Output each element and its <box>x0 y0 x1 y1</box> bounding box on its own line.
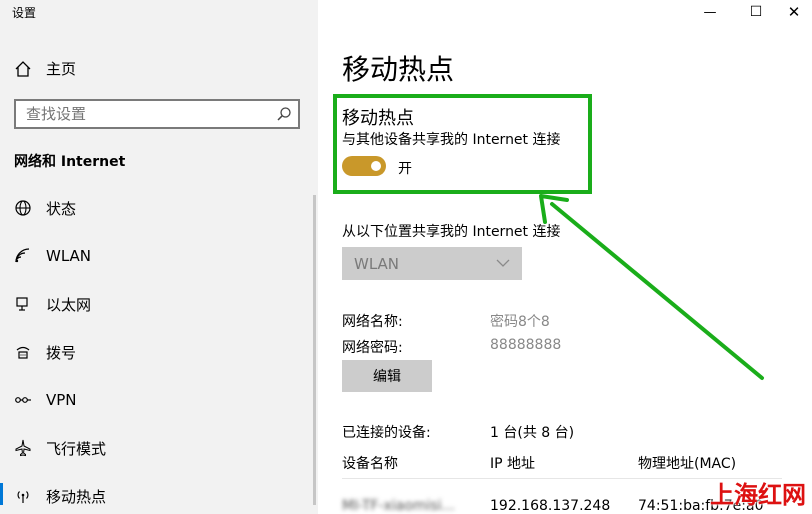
airplane-icon <box>14 439 32 457</box>
search-icon[interactable] <box>276 106 292 122</box>
share-from-label: 从以下位置共享我的 Internet 连接 <box>342 224 561 240</box>
share-from-value: WLAN <box>354 255 400 273</box>
sidebar-item-label: 移动热点 <box>46 487 107 506</box>
watermark: 上海红网 <box>710 481 806 509</box>
sidebar: 设置 主页 网络和 Internet 状态 WLAN 以太网 <box>0 0 318 514</box>
sidebar-item-airplane[interactable]: 飞行模式 <box>14 436 106 460</box>
sidebar-item-status[interactable]: 状态 <box>14 196 76 220</box>
toggle-knob <box>371 161 381 171</box>
maximize-icon: ☐ <box>749 4 763 20</box>
sidebar-item-hotspot[interactable]: 移动热点 <box>14 484 106 508</box>
close-icon: ✕ <box>787 3 801 21</box>
vpn-icon <box>14 391 32 409</box>
section-title: 网络和 Internet <box>14 154 126 170</box>
network-name-value: 密码8个8 <box>490 314 550 330</box>
sidebar-item-vpn[interactable]: VPN <box>14 388 77 412</box>
network-name-label: 网络名称: <box>342 314 403 330</box>
search-input[interactable] <box>16 101 266 127</box>
sidebar-home-label: 主页 <box>46 60 77 78</box>
table-header-device-name: 设备名称 <box>342 456 398 472</box>
toggle-state-label: 开 <box>398 161 412 177</box>
connected-devices-value: 1 台(共 8 台) <box>490 425 575 441</box>
home-icon <box>14 60 32 78</box>
share-from-select[interactable]: WLAN <box>342 247 522 280</box>
minimize-button[interactable]: — <box>690 0 730 24</box>
minimize-icon: — <box>703 4 717 20</box>
sidebar-item-ethernet[interactable]: 以太网 <box>14 292 91 316</box>
network-password-value: 88888888 <box>490 337 562 353</box>
sidebar-item-label: 状态 <box>46 199 77 218</box>
chevron-down-icon <box>496 256 510 270</box>
hotspot-title: 移动热点 <box>342 108 414 129</box>
sidebar-home[interactable]: 主页 <box>14 58 76 79</box>
hotspot-description: 与其他设备共享我的 Internet 连接 <box>342 132 561 148</box>
table-header-mac: 物理地址(MAC) <box>638 456 737 472</box>
network-password-label: 网络密码: <box>342 340 403 356</box>
active-indicator <box>0 483 3 505</box>
sidebar-item-dialup[interactable]: 拨号 <box>14 340 76 364</box>
search-box[interactable] <box>14 99 300 129</box>
close-button[interactable]: ✕ <box>774 0 812 24</box>
wifi-icon <box>14 247 32 265</box>
sidebar-item-label: WLAN <box>46 247 92 265</box>
ethernet-icon <box>14 295 32 313</box>
sidebar-item-label: 飞行模式 <box>46 439 107 458</box>
globe-icon <box>14 199 32 217</box>
sidebar-item-label: VPN <box>46 391 77 409</box>
maximize-button[interactable]: ☐ <box>736 0 776 24</box>
table-cell-ip: 192.168.137.248 <box>490 498 611 514</box>
dialup-icon <box>14 343 32 361</box>
sidebar-item-wlan[interactable]: WLAN <box>14 244 91 268</box>
edit-button[interactable]: 编辑 <box>342 360 432 392</box>
sidebar-item-label: 以太网 <box>46 295 92 314</box>
hotspot-icon <box>14 487 32 505</box>
sidebar-item-label: 拨号 <box>46 343 77 362</box>
table-header-ip: IP 地址 <box>490 456 536 472</box>
page-title: 移动热点 <box>342 53 455 86</box>
table-cell-device-name: MI-TF-xiaomisi... <box>342 498 456 514</box>
hotspot-toggle[interactable] <box>342 156 386 176</box>
sidebar-scrollbar[interactable] <box>313 195 316 505</box>
window-title: 设置 <box>12 6 37 20</box>
connected-devices-label: 已连接的设备: <box>342 425 431 441</box>
